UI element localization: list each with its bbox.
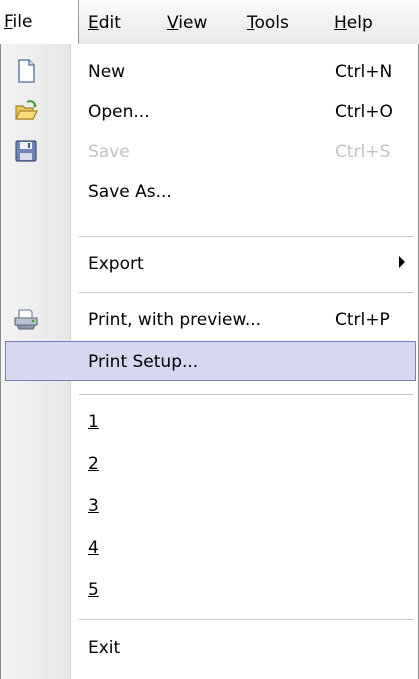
recent-file-1-label: 1 <box>88 412 99 432</box>
separator <box>79 292 413 293</box>
menu-item-print-setup-label: Print Setup... <box>88 352 199 372</box>
menu-item-save-label: Save <box>88 142 130 162</box>
menu-item-print-preview-label: Print, with preview... <box>88 310 262 330</box>
menu-item-exit[interactable]: Exit <box>1 628 418 668</box>
menu-item-save-shortcut: Ctrl+S <box>335 142 391 162</box>
separator <box>79 619 413 620</box>
recent-file-2[interactable]: 2 <box>1 444 418 484</box>
menu-item-save-as-label: Save As... <box>88 182 172 202</box>
menu-file-mnemonic: F <box>4 12 13 32</box>
new-document-icon <box>18 59 35 83</box>
menu-view-rest: iew <box>178 13 208 33</box>
menu-file-rest: ile <box>12 12 33 32</box>
menu-help-rest: elp <box>346 13 373 33</box>
submenu-arrow-icon <box>399 256 405 268</box>
menu-view-mnemonic: V <box>167 13 179 33</box>
menu-tools[interactable]: Tools <box>247 11 289 35</box>
menu-edit-mnemonic: E <box>88 13 99 33</box>
menu-tools-mnemonic: T <box>247 13 255 33</box>
menu-item-print-setup[interactable]: Print Setup... <box>5 341 416 381</box>
file-menu-dropdown: New Ctrl+N Open... Ctrl+O Save Ctrl+S Sa… <box>0 44 419 679</box>
menu-bar: File Edit View Tools Help <box>0 0 419 45</box>
menu-item-new[interactable]: New Ctrl+N <box>1 52 418 92</box>
floppy-disk-icon <box>15 140 37 162</box>
menu-item-print-preview-shortcut: Ctrl+P <box>335 310 390 330</box>
recent-file-1[interactable]: 1 <box>1 402 418 442</box>
recent-file-3-label: 3 <box>88 496 99 516</box>
printer-icon <box>14 309 38 330</box>
menu-item-open-label: Open... <box>88 102 150 122</box>
recent-file-2-label: 2 <box>88 454 99 474</box>
menu-item-print-preview[interactable]: Print, with preview... Ctrl+P <box>1 300 418 340</box>
menu-edit[interactable]: Edit <box>88 11 121 35</box>
recent-file-5[interactable]: 5 <box>1 570 418 610</box>
menu-item-exit-label: Exit <box>88 638 121 658</box>
menu-item-export-label: Export <box>88 254 144 274</box>
menu-item-export[interactable]: Export <box>1 244 418 284</box>
menu-item-new-shortcut: Ctrl+N <box>335 62 393 82</box>
separator <box>79 236 413 237</box>
open-folder-icon <box>15 100 38 120</box>
menu-item-new-label: New <box>88 62 126 82</box>
menu-tools-rest: ools <box>254 13 289 33</box>
recent-file-3[interactable]: 3 <box>1 486 418 526</box>
menu-view[interactable]: View <box>167 11 207 35</box>
recent-file-5-label: 5 <box>88 580 99 600</box>
separator <box>79 394 413 395</box>
menu-item-open-shortcut: Ctrl+O <box>335 102 393 122</box>
menu-item-save-as[interactable]: Save As... <box>1 172 418 212</box>
menu-file[interactable]: File <box>0 0 79 44</box>
menu-help[interactable]: Help <box>334 11 373 35</box>
menu-help-mnemonic: H <box>334 13 347 33</box>
recent-file-4[interactable]: 4 <box>1 528 418 568</box>
menu-item-save[interactable]: Save Ctrl+S <box>1 132 418 172</box>
menu-edit-rest: dit <box>98 13 121 33</box>
menu-item-open[interactable]: Open... Ctrl+O <box>1 92 418 132</box>
recent-file-4-label: 4 <box>88 538 99 558</box>
